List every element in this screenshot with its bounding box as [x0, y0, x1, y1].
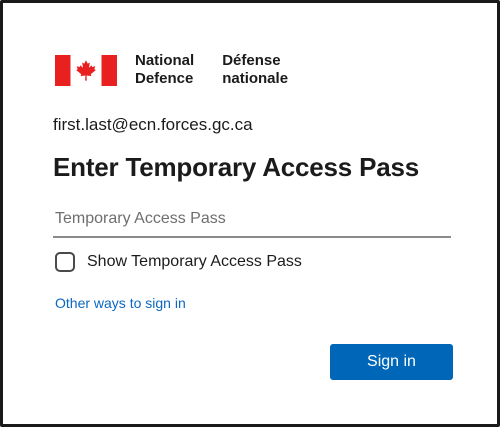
show-pass-option[interactable]: Show Temporary Access Pass	[55, 252, 302, 272]
sign-in-button[interactable]: Sign in	[330, 344, 453, 380]
sign-in-dialog: National Defence Défense nationale first…	[0, 0, 500, 427]
wordmark-fr-line1: Défense	[222, 52, 281, 69]
department-wordmark: National Defence Défense nationale	[135, 52, 288, 88]
wordmark-en-line1: National	[135, 52, 195, 69]
account-email: first.last@ecn.forces.gc.ca	[53, 115, 253, 134]
page-title: Enter Temporary Access Pass	[53, 152, 420, 182]
canada-flag-icon	[55, 54, 117, 86]
wordmark-fr-line2: nationale	[222, 70, 289, 87]
show-pass-checkbox[interactable]	[55, 252, 75, 272]
brand-header: National Defence Défense nationale	[55, 52, 288, 88]
wordmark-en-line2: Defence	[135, 70, 194, 87]
temporary-access-pass-input[interactable]	[53, 202, 451, 238]
show-pass-label: Show Temporary Access Pass	[87, 253, 302, 270]
other-ways-link[interactable]: Other ways to sign in	[55, 295, 186, 311]
